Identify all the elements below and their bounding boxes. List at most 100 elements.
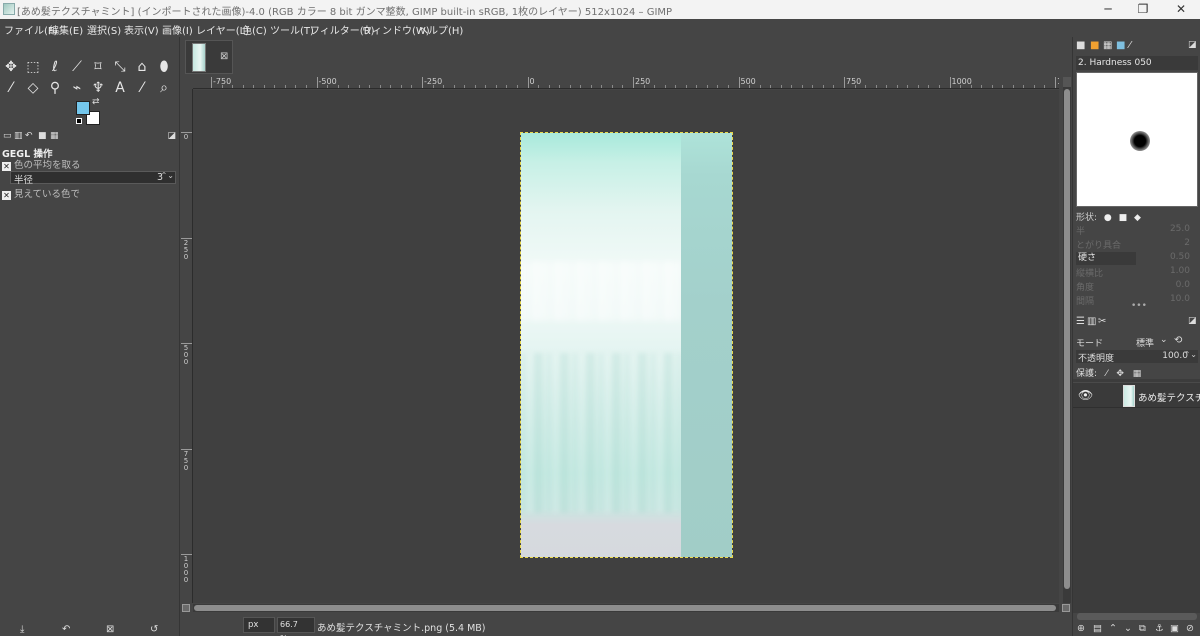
panel-config-icon[interactable]: ◪: [167, 131, 176, 141]
lock-alpha-icon[interactable]: ▦: [1133, 369, 1142, 379]
text-tool-icon[interactable]: A: [110, 78, 130, 98]
new-layer-group-icon[interactable]: ▤: [1093, 623, 1102, 634]
menu-help[interactable]: ヘルプ(H): [418, 22, 463, 37]
lasso-tool-icon[interactable]: ℓ: [45, 57, 65, 77]
lock-position-icon[interactable]: ✥: [1116, 369, 1124, 379]
delete-layer-icon[interactable]: ⊘: [1186, 623, 1194, 634]
layers-config-icon[interactable]: ◪: [1188, 316, 1197, 326]
brush-preview[interactable]: [1076, 72, 1198, 207]
radius-spinner[interactable]: 半径 3 ⌃⌄: [10, 171, 176, 186]
layers-scrollbar[interactable]: [1077, 613, 1197, 620]
patterns-tab-icon[interactable]: ▦: [50, 131, 59, 141]
warp-tool-icon[interactable]: ⌂: [132, 57, 152, 77]
eye-icon[interactable]: 👁: [1078, 388, 1093, 402]
paths-tool-icon[interactable]: ♆: [88, 78, 108, 98]
horizontal-scroll-thumb[interactable]: [194, 605, 1056, 611]
status-bar: px ⌄ 66.7 %⌄ あめ髪テクスチャミント.png (5.4 MB): [181, 614, 1071, 636]
bucket-fill-tool-icon[interactable]: ⬮: [154, 57, 174, 77]
canvas-area[interactable]: [193, 90, 1059, 603]
menu-view[interactable]: 表示(V): [124, 22, 159, 37]
paint-dynamics-tab-icon[interactable]: ⁄: [1129, 40, 1131, 51]
color-picker-tool-icon[interactable]: ⁄: [132, 78, 152, 98]
menu-select[interactable]: 選択(S): [87, 22, 121, 37]
brushes-tab-icon[interactable]: ■: [1076, 40, 1085, 51]
navigate-icon[interactable]: [1062, 604, 1070, 612]
vertical-scrollbar[interactable]: [1063, 77, 1071, 603]
rect-select-tool-icon[interactable]: ⬚: [23, 57, 43, 77]
crop-tool-icon[interactable]: ⌑: [88, 57, 108, 77]
new-layer-icon[interactable]: ⊕: [1077, 623, 1085, 634]
layer-row[interactable]: 👁 あめ髪テクスチャ: [1073, 382, 1200, 408]
tool-options-tab-icon[interactable]: ▭: [3, 131, 12, 141]
reset-colors-icon[interactable]: [76, 118, 82, 124]
average-color-checkbox[interactable]: ✕ 色の平均を取る: [2, 157, 81, 171]
spin-arrows-icon[interactable]: ⌃⌄: [1184, 350, 1197, 359]
quick-mask-toggle[interactable]: [182, 604, 190, 612]
foreground-color-swatch[interactable]: [76, 101, 90, 115]
reset-options-icon[interactable]: ↺: [150, 624, 158, 635]
restore-options-icon[interactable]: ↶: [62, 624, 70, 635]
undo-history-tab-icon[interactable]: ↶: [25, 131, 33, 141]
swap-colors-icon[interactable]: ⇄: [92, 97, 100, 107]
move-tool-icon[interactable]: ✥: [1, 57, 21, 77]
horizontal-scrollbar[interactable]: [193, 604, 1059, 612]
duplicate-layer-icon[interactable]: ⧉: [1139, 623, 1146, 634]
horizontal-ruler[interactable]: -750-500-250025050075010001250: [193, 77, 1059, 89]
image-canvas[interactable]: [520, 132, 733, 558]
dim-label: 縦横比: [1076, 269, 1104, 279]
opacity-spinner[interactable]: 不透明度 100.0 ⌃⌄: [1076, 350, 1198, 364]
delete-options-icon[interactable]: ⊠: [106, 624, 114, 635]
brush-name-field[interactable]: 2. Hardness 050: [1076, 56, 1198, 70]
eraser-tool-icon[interactable]: ◇: [23, 78, 43, 98]
close-window-button[interactable]: ✕: [1158, 0, 1200, 19]
ruler-corner[interactable]: [181, 77, 193, 89]
vertical-ruler[interactable]: 0 250 500 750 1000: [181, 89, 193, 603]
patterns-tab-icon[interactable]: ■: [1090, 40, 1099, 51]
close-tab-icon[interactable]: ⊠: [220, 51, 228, 62]
menu-tools[interactable]: ツール(T): [270, 22, 314, 37]
layer-mask-icon[interactable]: ▣: [1170, 623, 1179, 634]
fonts-tab-icon[interactable]: ▦: [1103, 40, 1112, 51]
ruler-minor-tick: [1044, 85, 1046, 88]
ruler-minor-tick: [432, 85, 434, 88]
diamond-shape-icon[interactable]: ◆: [1134, 213, 1141, 223]
image-tab[interactable]: ⊠: [185, 40, 233, 74]
save-options-icon[interactable]: ⤓: [20, 624, 24, 635]
document-history-tab-icon[interactable]: ■: [1116, 40, 1125, 51]
toolbox-panel: ✥ ⬚ ℓ ⟋ ⌑ ⤡ ⌂ ⬮ ⁄ ◇ ⚲ ⌁ ♆ A ⁄ ⌕ ⇄ ▭ ▥ ↶ …: [0, 37, 180, 636]
mode-dropdown[interactable]: 標準: [1136, 336, 1154, 349]
anchor-layer-icon[interactable]: ⚓: [1155, 623, 1164, 634]
unit-dropdown[interactable]: px ⌄: [243, 617, 275, 636]
chevron-down-icon[interactable]: ⌄: [1160, 335, 1168, 345]
dock-config-icon[interactable]: ◪: [1188, 40, 1197, 50]
ruler-minor-tick: [1012, 85, 1014, 88]
raise-layer-icon[interactable]: ⌃: [1109, 623, 1117, 634]
layers-tab-icon[interactable]: ☰: [1076, 316, 1085, 327]
images-tab-icon[interactable]: ■: [38, 131, 47, 141]
zoom-on-resize-toggle[interactable]: [1063, 77, 1071, 87]
zoom-dropdown[interactable]: 66.7 %⌄: [277, 617, 315, 636]
circle-shape-icon[interactable]: ●: [1104, 213, 1112, 223]
device-status-tab-icon[interactable]: ▥: [14, 131, 23, 141]
smudge-tool-icon[interactable]: ⌁: [67, 78, 87, 98]
square-shape-icon[interactable]: ■: [1119, 213, 1128, 223]
menu-image[interactable]: 画像(I): [162, 22, 193, 37]
zoom-tool-icon[interactable]: ⌕: [154, 78, 174, 98]
pane-separator[interactable]: •••: [1131, 301, 1147, 311]
fuzzy-select-tool-icon[interactable]: ⟋: [67, 57, 87, 77]
vertical-scroll-thumb[interactable]: [1064, 89, 1070, 589]
ruler-label: 250: [183, 238, 189, 261]
spin-arrows-icon[interactable]: ⌃⌄: [161, 171, 174, 180]
lock-pixels-icon[interactable]: ⁄: [1106, 369, 1108, 379]
clone-tool-icon[interactable]: ⚲: [45, 78, 65, 98]
lower-layer-icon[interactable]: ⌄: [1124, 623, 1132, 634]
transform-tool-icon[interactable]: ⤡: [110, 57, 130, 77]
paintbrush-tool-icon[interactable]: ⁄: [1, 78, 21, 98]
mode-reset-icon[interactable]: ⟲: [1174, 335, 1182, 346]
paths-tab-icon[interactable]: ✂: [1098, 316, 1106, 327]
layer-name[interactable]: あめ髪テクスチャ: [1138, 390, 1200, 404]
channels-tab-icon[interactable]: ▥: [1087, 316, 1096, 327]
menu-color[interactable]: 色(C): [242, 22, 267, 37]
menu-edit[interactable]: 編集(E): [49, 22, 83, 37]
sample-merged-checkbox[interactable]: ✕ 見えている色で: [2, 186, 80, 200]
